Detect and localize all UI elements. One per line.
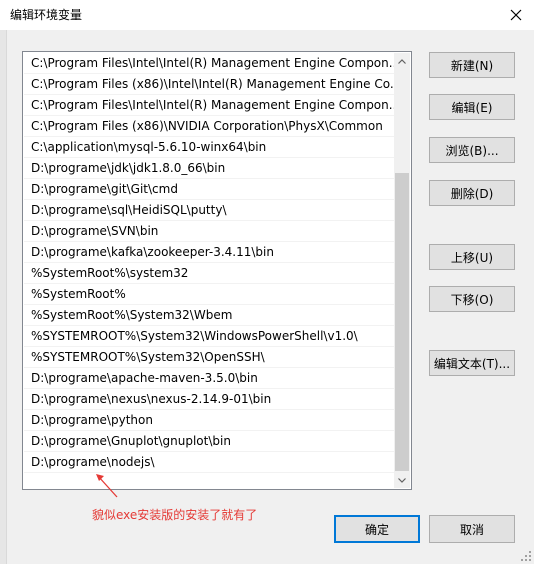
path-list-item[interactable]: %SYSTEMROOT%\System32\OpenSSH\ [24,347,394,368]
chevron-down-icon [398,477,406,483]
path-list-item[interactable]: C:\Program Files\Intel\Intel(R) Manageme… [24,53,394,74]
new-button[interactable]: 新建(N) [429,52,515,78]
path-list-rows: C:\Program Files\Intel\Intel(R) Manageme… [24,53,394,488]
move-up-button[interactable]: 上移(U) [429,244,515,270]
edit-text-button[interactable]: 编辑文本(T)... [429,350,515,376]
path-list-item[interactable]: %SystemRoot% [24,284,394,305]
close-button[interactable] [498,0,534,30]
path-list-item[interactable]: %SystemRoot%\System32\Wbem [24,305,394,326]
scroll-down-button[interactable] [394,472,410,488]
close-icon [510,9,522,21]
move-down-button[interactable]: 下移(O) [429,286,515,312]
window-title: 编辑环境变量 [10,8,83,22]
path-list-item[interactable]: D:\programe\apache-maven-3.5.0\bin [24,368,394,389]
path-list-item[interactable]: D:\programe\SVN\bin [24,221,394,242]
path-list[interactable]: C:\Program Files\Intel\Intel(R) Manageme… [22,51,412,490]
path-list-item[interactable]: D:\programe\git\Git\cmd [24,179,394,200]
path-list-item[interactable]: D:\programe\sql\HeidiSQL\putty\ [24,200,394,221]
vertical-scrollbar[interactable] [394,53,410,488]
path-list-item[interactable]: D:\programe\Gnuplot\gnuplot\bin [24,431,394,452]
annotation-arrow-icon [96,474,118,498]
path-list-item[interactable]: D:\programe\nodejs\ [24,452,394,473]
browse-button[interactable]: 浏览(B)... [429,137,515,163]
path-list-item[interactable]: C:\Program Files\Intel\Intel(R) Manageme… [24,95,394,116]
path-list-item[interactable]: D:\programe\python [24,410,394,431]
delete-button[interactable]: 删除(D) [429,180,515,206]
annotation-note: 貌似exe安装版的安装了就有了 [92,508,258,522]
path-list-item[interactable]: D:\programe\jdk\jdk1.8.0_66\bin [24,158,394,179]
path-list-item[interactable]: C:\application\mysql-5.6.10-winx64\bin [24,137,394,158]
ok-button[interactable]: 确定 [334,515,420,543]
path-list-item[interactable]: C:\Program Files (x86)\Intel\Intel(R) Ma… [24,74,394,95]
path-list-item[interactable]: %SYSTEMROOT%\System32\WindowsPowerShell\… [24,326,394,347]
path-list-item[interactable]: D:\programe\kafka\zookeeper-3.4.11\bin [24,242,394,263]
cancel-button[interactable]: 取消 [429,515,515,543]
title-bar: 编辑环境变量 [0,0,534,30]
path-list-item[interactable]: %SystemRoot%\system32 [24,263,394,284]
scroll-thumb[interactable] [395,173,409,471]
path-list-item[interactable]: D:\programe\nexus\nexus-2.14.9-01\bin [24,389,394,410]
background-window-edge [0,30,7,564]
scroll-up-button[interactable] [394,53,410,69]
path-list-item[interactable]: C:\Program Files (x86)\NVIDIA Corporatio… [24,116,394,137]
resize-grip-icon[interactable] [520,550,532,562]
chevron-up-icon [398,58,406,64]
edit-button[interactable]: 编辑(E) [429,94,515,120]
